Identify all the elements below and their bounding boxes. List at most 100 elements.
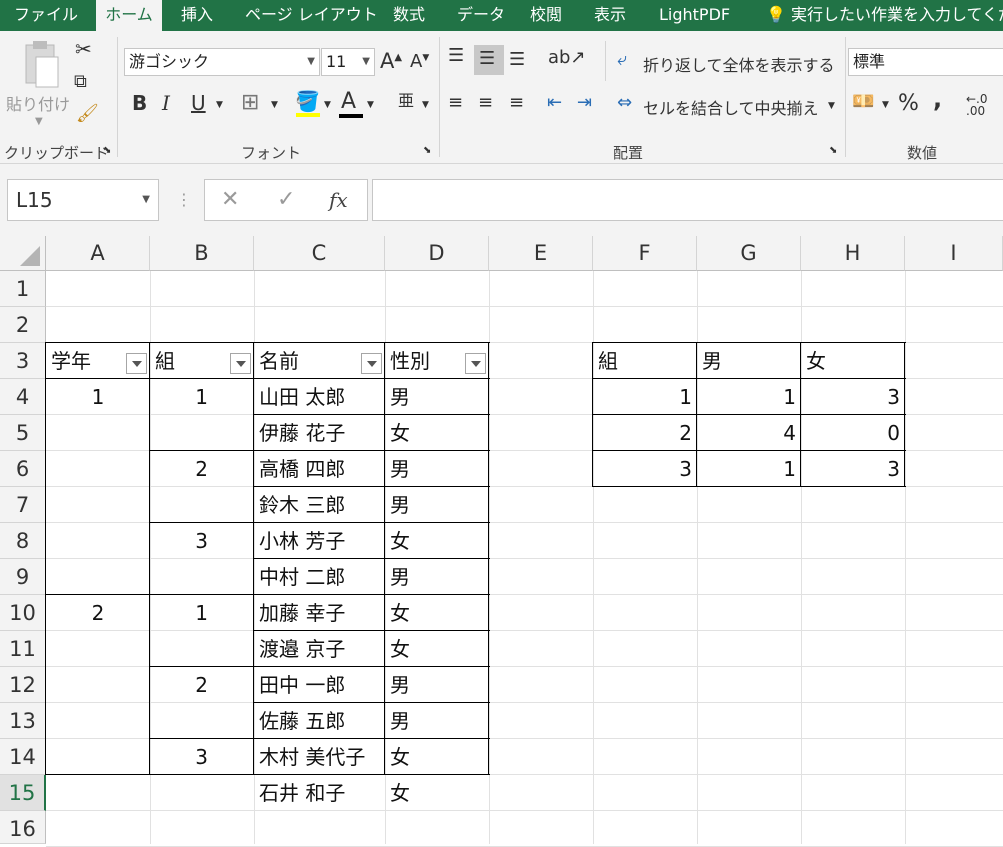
row-header-6[interactable]: 6	[0, 451, 46, 487]
gender-cell[interactable]: 男	[385, 559, 489, 595]
align-right-icon[interactable]: ≡	[509, 94, 524, 112]
tab-formulas[interactable]: 数式	[393, 0, 425, 31]
tab-insert[interactable]: 挿入	[181, 0, 213, 31]
number-format-box[interactable]: 標準	[848, 48, 1003, 76]
row-header-2[interactable]: 2	[0, 307, 46, 343]
column-header-g[interactable]: G	[697, 236, 801, 271]
name-cell[interactable]: 鈴木 三郎	[254, 487, 385, 523]
tab-home[interactable]: ホーム	[96, 0, 162, 31]
wrap-text-button[interactable]: 折り返して全体を表示する	[643, 52, 835, 76]
paste-button[interactable]	[20, 39, 62, 91]
row-header-4[interactable]: 4	[0, 379, 46, 415]
tab-lightpdf[interactable]: LightPDF	[659, 0, 730, 31]
gender-cell[interactable]: 女	[385, 523, 489, 559]
column-header-b[interactable]: B	[150, 236, 254, 271]
class-cell[interactable]: 3	[150, 523, 254, 559]
column-header-a[interactable]: A	[46, 236, 150, 271]
align-left-icon[interactable]: ≡	[448, 94, 463, 112]
summary-cell[interactable]: 0	[801, 415, 905, 451]
column-header-e[interactable]: E	[489, 236, 593, 271]
class-cell[interactable]: 1	[150, 595, 254, 631]
chevron-down-icon[interactable]: ▼	[422, 101, 429, 110]
align-middle-button[interactable]: ☰	[474, 45, 504, 75]
summary-cell[interactable]: 1	[697, 379, 801, 415]
increase-font-icon[interactable]: A▲	[380, 51, 402, 72]
filter-dropdown-button[interactable]	[361, 353, 382, 374]
summary-cell[interactable]: 2	[593, 415, 697, 451]
font-launcher-icon[interactable]: ⬊	[423, 146, 431, 156]
summary-header-cell[interactable]: 女	[801, 343, 905, 379]
fill-color-icon[interactable]: 🪣	[295, 91, 320, 111]
phonetic-icon[interactable]: 亜	[398, 93, 414, 109]
tab-review[interactable]: 校閲	[530, 0, 562, 31]
grade-cell[interactable]: 1	[46, 379, 150, 415]
name-cell[interactable]: 伊藤 花子	[254, 415, 385, 451]
border-icon[interactable]: ⊞	[241, 92, 259, 114]
copy-icon[interactable]: ⧉	[74, 73, 87, 91]
column-header-f[interactable]: F	[593, 236, 697, 271]
merge-center-button[interactable]: セルを結合して中央揃え	[643, 95, 819, 119]
filter-dropdown-button[interactable]	[230, 353, 251, 374]
clipboard-launcher-icon[interactable]: ⬊	[103, 146, 111, 156]
gender-cell[interactable]: 女	[385, 595, 489, 631]
row-header-15[interactable]: 15	[0, 775, 46, 811]
formula-input[interactable]	[372, 179, 1003, 221]
decrease-indent-icon[interactable]: ⇤	[547, 94, 562, 112]
tab-page-layout[interactable]: ページ レイアウト	[245, 0, 378, 31]
summary-header-cell[interactable]: 男	[697, 343, 801, 379]
gender-cell[interactable]: 男	[385, 451, 489, 487]
gender-cell[interactable]: 女	[385, 739, 489, 775]
summary-cell[interactable]: 1	[697, 451, 801, 487]
align-center-icon[interactable]: ≡	[478, 94, 493, 112]
summary-cell[interactable]: 3	[593, 451, 697, 487]
row-header-8[interactable]: 8	[0, 523, 46, 559]
name-cell[interactable]: 高橋 四郎	[254, 451, 385, 487]
font-color-icon[interactable]: A	[341, 91, 356, 113]
name-cell[interactable]: 山田 太郎	[254, 379, 385, 415]
cancel-icon[interactable]: ✕	[221, 187, 239, 212]
name-cell[interactable]: 佐藤 五郎	[254, 703, 385, 739]
summary-header-cell[interactable]: 組	[593, 343, 697, 379]
align-bottom-icon[interactable]: ☰	[509, 51, 525, 69]
comma-style-icon[interactable]: ,	[933, 87, 942, 111]
insert-function-icon[interactable]: fx	[329, 188, 348, 212]
merge-center-icon[interactable]: ⇔	[617, 94, 632, 112]
font-name-box[interactable]: 游ゴシック ▼	[124, 48, 320, 76]
paste-dropdown-icon[interactable]: ▼	[35, 117, 43, 127]
alignment-launcher-icon[interactable]: ⬊	[829, 146, 837, 156]
name-cell[interactable]: 石井 和子	[254, 775, 385, 811]
align-top-icon[interactable]: ☰	[448, 47, 464, 65]
gender-cell[interactable]: 男	[385, 487, 489, 523]
summary-cell[interactable]: 3	[801, 451, 905, 487]
italic-icon[interactable]: I	[162, 93, 170, 113]
chevron-down-icon[interactable]: ▼	[367, 101, 374, 110]
row-header-5[interactable]: 5	[0, 415, 46, 451]
underline-icon[interactable]: U	[191, 93, 206, 113]
row-header-7[interactable]: 7	[0, 487, 46, 523]
name-cell[interactable]: 渡邉 京子	[254, 631, 385, 667]
gender-cell[interactable]: 男	[385, 667, 489, 703]
row-header-3[interactable]: 3	[0, 343, 46, 379]
increase-decimal-icon[interactable]: ←.0.00	[966, 93, 988, 117]
column-header-d[interactable]: D	[385, 236, 489, 271]
orientation-icon[interactable]: ab↗	[548, 49, 586, 67]
chevron-down-icon[interactable]: ▼	[216, 101, 223, 110]
tab-file[interactable]: ファイル	[14, 0, 78, 31]
row-header-12[interactable]: 12	[0, 667, 46, 703]
gender-cell[interactable]: 女	[385, 775, 489, 811]
summary-cell[interactable]: 4	[697, 415, 801, 451]
name-cell[interactable]: 小林 芳子	[254, 523, 385, 559]
gender-cell[interactable]: 男	[385, 703, 489, 739]
decrease-font-icon[interactable]: A▼	[410, 53, 429, 71]
class-cell[interactable]: 2	[150, 667, 254, 703]
format-painter-icon[interactable]: 🖌	[76, 105, 99, 123]
chevron-down-icon[interactable]: ▼	[882, 101, 889, 110]
filter-dropdown-button[interactable]	[465, 353, 486, 374]
class-cell[interactable]: 2	[150, 451, 254, 487]
name-cell[interactable]: 木村 美代子	[254, 739, 385, 775]
row-header-10[interactable]: 10	[0, 595, 46, 631]
chevron-down-icon[interactable]: ▼	[828, 102, 835, 111]
font-size-box[interactable]: 11 ▼	[321, 48, 375, 76]
row-header-13[interactable]: 13	[0, 703, 46, 739]
name-cell[interactable]: 加藤 幸子	[254, 595, 385, 631]
